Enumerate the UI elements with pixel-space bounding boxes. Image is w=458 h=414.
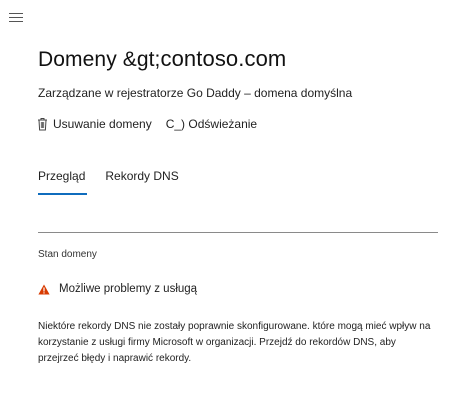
warning-text: Możliwe problemy z usługą xyxy=(59,283,198,295)
page-title-domain: contoso.com xyxy=(160,46,287,71)
domain-status-heading: Stan domeny xyxy=(38,249,97,260)
tab-list: Przegląd Rekordy DNS xyxy=(38,169,179,195)
delete-domain-button[interactable]: Usuwanie domeny xyxy=(37,117,152,131)
hamburger-menu-icon[interactable] xyxy=(9,12,23,24)
status-description: Niektóre rekordy DNS nie zostały poprawn… xyxy=(38,321,431,364)
status-warning: Możliwe problemy z usługą xyxy=(38,283,197,295)
trash-icon xyxy=(38,118,47,131)
divider xyxy=(38,232,438,233)
command-bar: Usuwanie domeny C_) Odświeżanie xyxy=(37,115,257,133)
page-subtitle: Zarządzane w rejestratorze Go Daddy – do… xyxy=(38,86,353,100)
tab-dns-records[interactable]: Rekordy DNS xyxy=(105,169,178,195)
tab-overview[interactable]: Przegląd xyxy=(38,169,88,195)
refresh-button[interactable]: C_) Odświeżanie xyxy=(166,117,257,131)
page-title: Domeny &gt;contoso.com xyxy=(38,46,286,72)
refresh-label: C_) Odświeżanie xyxy=(165,117,258,131)
delete-domain-label: Usuwanie domeny xyxy=(53,117,152,131)
page-title-prefix: Domeny &gt; xyxy=(38,48,161,71)
warning-triangle-icon xyxy=(38,284,50,294)
